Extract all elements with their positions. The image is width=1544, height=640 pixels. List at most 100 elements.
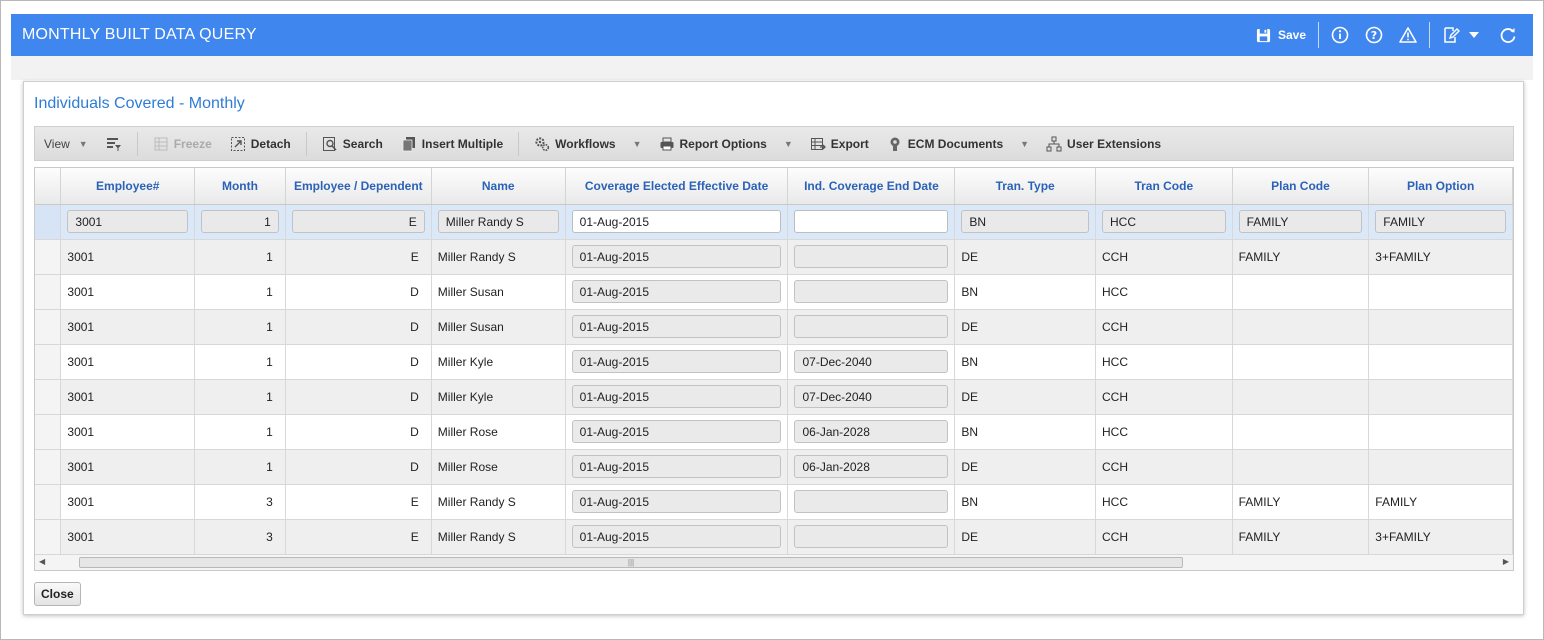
column-header[interactable]: Name xyxy=(431,168,566,205)
employee-field[interactable]: 3001 xyxy=(67,210,189,233)
row-selector[interactable] xyxy=(35,309,62,345)
column-header[interactable]: Coverage Elected Effective Date xyxy=(565,168,789,205)
scrollbar-thumb[interactable]: ||| xyxy=(79,557,1183,568)
coverage-effective-date-field[interactable]: 01-Aug-2015 xyxy=(571,490,782,513)
effective-date-cell: 01-Aug-2015 xyxy=(565,414,789,450)
help-button[interactable]: ? xyxy=(1357,21,1391,49)
employee-dependent-cell: D xyxy=(285,344,432,380)
coverage-end-date-field[interactable] xyxy=(794,315,949,338)
coverage-end-date-field[interactable] xyxy=(794,280,949,303)
coverage-effective-date-field[interactable]: 01-Aug-2015 xyxy=(571,385,782,408)
name-field[interactable]: Miller Randy S xyxy=(437,210,559,233)
user-extensions-button[interactable]: User Extensions xyxy=(1037,127,1170,160)
row-selector[interactable] xyxy=(35,239,62,275)
table-row-selected[interactable]: 3001 1 E Miller Randy S 01-Aug-2015 BN H… xyxy=(35,204,1513,240)
employee-dependent-field[interactable]: E xyxy=(291,210,425,233)
column-header[interactable]: Ind. Coverage End Date xyxy=(787,168,956,205)
detach-button[interactable]: Detach xyxy=(221,127,300,160)
freeze-button[interactable]: Freeze xyxy=(144,127,221,160)
table-row[interactable]: 3001 1 D Miller Kyle 01-Aug-2015 07-Dec-… xyxy=(35,344,1513,380)
coverage-end-date-field[interactable]: 06-Jan-2028 xyxy=(794,420,949,443)
insert-multiple-button[interactable]: Insert Multiple xyxy=(392,127,512,160)
horizontal-scrollbar[interactable]: ◀ ||| ▶ xyxy=(35,554,1513,570)
toolbar-divider xyxy=(305,131,307,156)
column-header[interactable]: Tran. Type xyxy=(954,168,1096,205)
grid-header-row: Employee# Month Employee / Dependent Nam… xyxy=(35,168,1513,205)
coverage-end-date-input[interactable] xyxy=(794,210,949,233)
table-row[interactable]: 3001 1 D Miller Rose 01-Aug-2015 06-Jan-… xyxy=(35,449,1513,485)
coverage-end-date-field[interactable]: 07-Dec-2040 xyxy=(794,385,949,408)
search-button[interactable]: Search xyxy=(313,127,392,160)
coverage-effective-date-input[interactable]: 01-Aug-2015 xyxy=(571,210,782,233)
plan-code-cell xyxy=(1232,449,1370,485)
save-button[interactable]: Save xyxy=(1247,21,1314,49)
row-selector[interactable] xyxy=(35,449,62,485)
column-header[interactable]: Employee / Dependent xyxy=(285,168,432,205)
column-header[interactable]: Month xyxy=(194,168,286,205)
coverage-effective-date-field[interactable]: 01-Aug-2015 xyxy=(571,525,782,548)
coverage-end-date-field[interactable] xyxy=(794,490,949,513)
table-row[interactable]: 3001 3 E Miller Randy S 01-Aug-2015 DE C… xyxy=(35,519,1513,555)
plan-code-field[interactable]: FAMILY xyxy=(1238,210,1363,233)
report-options-menu[interactable]: Report Options xyxy=(650,127,776,160)
table-row[interactable]: 3001 1 D Miller Kyle 01-Aug-2015 07-Dec-… xyxy=(35,379,1513,415)
data-grid: Employee# Month Employee / Dependent Nam… xyxy=(34,167,1514,571)
column-header[interactable]: Tran Code xyxy=(1095,168,1233,205)
scroll-right-icon[interactable]: ▶ xyxy=(1503,557,1509,566)
row-selector[interactable] xyxy=(35,484,62,520)
plan-option-field[interactable]: FAMILY xyxy=(1375,210,1506,233)
plan-option-cell: 3+FAMILY xyxy=(1368,239,1513,275)
row-selector[interactable] xyxy=(35,344,62,380)
column-header[interactable]: Plan Option xyxy=(1368,168,1513,205)
tran-type-field[interactable]: BN xyxy=(961,210,1089,233)
plan-code-cell xyxy=(1232,414,1370,450)
close-button[interactable]: Close xyxy=(34,582,81,606)
detach-icon xyxy=(230,136,246,152)
row-selector[interactable] xyxy=(35,379,62,415)
ecm-documents-menu[interactable]: ECM Documents xyxy=(878,127,1012,160)
coverage-end-date-field[interactable] xyxy=(794,245,949,268)
coverage-effective-date-field[interactable]: 01-Aug-2015 xyxy=(571,455,782,478)
workflows-menu[interactable]: Workflows xyxy=(525,127,624,160)
filter-button[interactable] xyxy=(97,127,131,160)
report-options-dropdown-icon[interactable]: ▼ xyxy=(776,139,801,149)
scroll-left-icon[interactable]: ◀ xyxy=(39,557,45,566)
row-selector[interactable] xyxy=(35,274,62,310)
column-header[interactable]: Plan Code xyxy=(1232,168,1370,205)
employee-dependent-cell: E xyxy=(285,239,432,275)
coverage-effective-date-field[interactable]: 01-Aug-2015 xyxy=(571,245,782,268)
toolbar-divider xyxy=(136,131,138,156)
coverage-effective-date-field[interactable]: 01-Aug-2015 xyxy=(571,420,782,443)
coverage-effective-date-field[interactable]: 01-Aug-2015 xyxy=(571,350,782,373)
row-selector[interactable] xyxy=(35,519,62,555)
table-row[interactable]: 3001 1 D Miller Rose 01-Aug-2015 06-Jan-… xyxy=(35,414,1513,450)
table-row[interactable]: 3001 1 D Miller Susan 01-Aug-2015 DE CCH xyxy=(35,309,1513,345)
tran-code-cell: CCH xyxy=(1095,239,1233,275)
month-cell: 1 xyxy=(194,414,286,450)
row-selector[interactable] xyxy=(35,204,62,240)
coverage-effective-date-field[interactable]: 01-Aug-2015 xyxy=(571,315,782,338)
info-button[interactable] xyxy=(1323,21,1357,49)
tran-code-field[interactable]: HCC xyxy=(1101,210,1226,233)
alert-button[interactable] xyxy=(1391,21,1425,49)
edit-menu-button[interactable] xyxy=(1434,21,1491,49)
refresh-button[interactable] xyxy=(1491,21,1525,49)
table-row[interactable]: 3001 1 E Miller Randy S 01-Aug-2015 DE C… xyxy=(35,239,1513,275)
plan-option-field-cell: FAMILY xyxy=(1368,204,1513,240)
coverage-end-date-field[interactable] xyxy=(794,525,949,548)
export-button[interactable]: Export xyxy=(801,127,878,160)
row-selector[interactable] xyxy=(35,414,62,450)
coverage-end-date-field[interactable]: 06-Jan-2028 xyxy=(794,455,949,478)
employee-dependent-cell: D xyxy=(285,309,432,345)
toolbar-divider xyxy=(518,131,520,156)
workflows-dropdown-icon[interactable]: ▼ xyxy=(625,139,650,149)
coverage-end-date-field[interactable]: 07-Dec-2040 xyxy=(794,350,949,373)
column-header[interactable]: Employee# xyxy=(60,168,196,205)
coverage-effective-date-field[interactable]: 01-Aug-2015 xyxy=(571,280,782,303)
table-row[interactable]: 3001 1 D Miller Susan 01-Aug-2015 BN HCC xyxy=(35,274,1513,310)
table-row[interactable]: 3001 3 E Miller Randy S 01-Aug-2015 BN H… xyxy=(35,484,1513,520)
effective-date-cell: 01-Aug-2015 xyxy=(565,379,789,415)
view-menu[interactable]: View ▼ xyxy=(35,127,97,160)
month-field[interactable]: 1 xyxy=(201,210,279,233)
ecm-documents-dropdown-icon[interactable]: ▼ xyxy=(1012,139,1037,149)
